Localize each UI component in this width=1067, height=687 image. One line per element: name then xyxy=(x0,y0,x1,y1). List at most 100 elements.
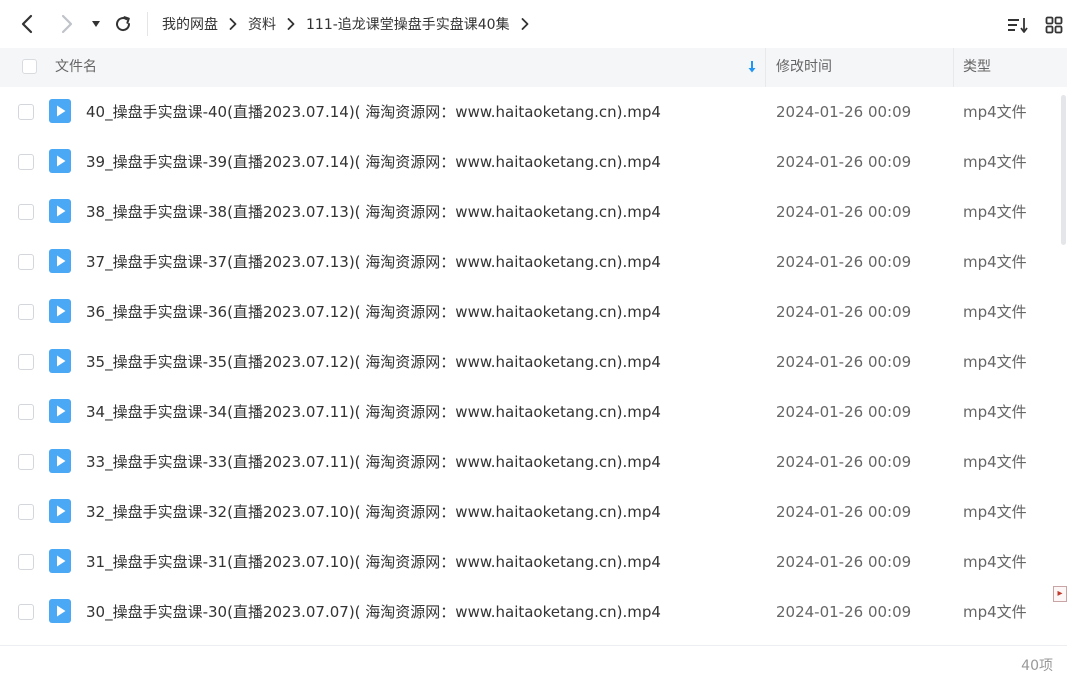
forward-button[interactable] xyxy=(52,10,80,38)
video-file-icon xyxy=(49,599,71,623)
file-name: 38_操盘手实盘课-38(直播2023.07.13)( 海淘资源网：www.ha… xyxy=(86,203,661,221)
file-name: 37_操盘手实盘课-37(直播2023.07.13)( 海淘资源网：www.ha… xyxy=(86,253,661,271)
navigation-divider xyxy=(147,12,148,36)
file-checkbox[interactable] xyxy=(18,604,34,620)
file-name: 40_操盘手实盘课-40(直播2023.07.14)( 海淘资源网：www.ha… xyxy=(86,103,661,121)
file-type: mp4文件 xyxy=(963,403,1027,421)
file-list: 40_操盘手实盘课-40(直播2023.07.14)( 海淘资源网：www.ha… xyxy=(0,87,1067,643)
select-all-checkbox[interactable] xyxy=(22,59,37,74)
history-dropdown-button[interactable] xyxy=(86,14,106,34)
grid-view-button[interactable] xyxy=(1042,13,1066,37)
file-type: mp4文件 xyxy=(963,503,1027,521)
breadcrumb-item-my-disk[interactable]: 我的网盘 xyxy=(162,14,218,34)
chevron-right-icon xyxy=(61,14,73,34)
chevron-right-icon xyxy=(229,18,237,30)
breadcrumb-item-materials[interactable]: 资料 xyxy=(248,14,276,34)
file-type: mp4文件 xyxy=(963,153,1027,171)
scrollbar-thumb[interactable] xyxy=(1061,95,1066,245)
column-divider[interactable] xyxy=(765,48,766,87)
column-header-modified-time[interactable]: 修改时间 xyxy=(776,48,832,87)
status-bar: 40项 xyxy=(0,645,1067,687)
breadcrumb: 我的网盘 资料 111-追龙课堂操盘手实盘课40集 xyxy=(162,0,540,48)
file-row[interactable]: 39_操盘手实盘课-39(直播2023.07.14)( 海淘资源网：www.ha… xyxy=(0,137,1060,187)
column-header-name[interactable]: 文件名 xyxy=(55,48,97,87)
video-file-icon xyxy=(49,449,71,473)
arrow-down-icon[interactable] xyxy=(746,60,758,74)
file-row[interactable]: 31_操盘手实盘课-31(直播2023.07.10)( 海淘资源网：www.ha… xyxy=(0,537,1060,587)
column-header-type[interactable]: 类型 xyxy=(963,48,991,87)
file-checkbox[interactable] xyxy=(18,304,34,320)
file-checkbox[interactable] xyxy=(18,404,34,420)
vertical-scrollbar[interactable] xyxy=(1060,87,1067,643)
side-panel-handle-icon[interactable]: ▸ xyxy=(1053,586,1067,602)
file-checkbox[interactable] xyxy=(18,104,34,120)
chevron-left-icon xyxy=(21,14,33,34)
file-type: mp4文件 xyxy=(963,303,1027,321)
back-button[interactable] xyxy=(14,10,42,38)
breadcrumb-separator xyxy=(276,14,306,34)
file-modified-time: 2024-01-26 00:09 xyxy=(776,453,912,471)
caret-down-icon xyxy=(92,21,100,27)
file-type: mp4文件 xyxy=(963,453,1027,471)
video-file-icon xyxy=(49,249,71,273)
file-modified-time: 2024-01-26 00:09 xyxy=(776,553,912,571)
file-type: mp4文件 xyxy=(963,203,1027,221)
file-row[interactable]: 33_操盘手实盘课-33(直播2023.07.11)( 海淘资源网：www.ha… xyxy=(0,437,1060,487)
file-type: mp4文件 xyxy=(963,253,1027,271)
file-name: 36_操盘手实盘课-36(直播2023.07.12)( 海淘资源网：www.ha… xyxy=(86,303,661,321)
file-checkbox[interactable] xyxy=(18,454,34,470)
file-checkbox[interactable] xyxy=(18,354,34,370)
video-file-icon xyxy=(49,549,71,573)
file-manager-window: 我的网盘 资料 111-追龙课堂操盘手实盘课40集 文件名 修改时间 类型 40… xyxy=(0,0,1067,687)
file-type: mp4文件 xyxy=(963,353,1027,371)
video-file-icon xyxy=(49,149,71,173)
file-type: mp4文件 xyxy=(963,553,1027,571)
video-file-icon xyxy=(49,399,71,423)
video-file-icon xyxy=(49,349,71,373)
file-name: 32_操盘手实盘课-32(直播2023.07.10)( 海淘资源网：www.ha… xyxy=(86,503,661,521)
file-type: mp4文件 xyxy=(963,603,1027,621)
file-checkbox[interactable] xyxy=(18,254,34,270)
file-modified-time: 2024-01-26 00:09 xyxy=(776,253,912,271)
refresh-button[interactable] xyxy=(110,11,136,37)
file-checkbox[interactable] xyxy=(18,204,34,220)
file-name: 35_操盘手实盘课-35(直播2023.07.12)( 海淘资源网：www.ha… xyxy=(86,353,661,371)
file-name: 33_操盘手实盘课-33(直播2023.07.11)( 海淘资源网：www.ha… xyxy=(86,453,661,471)
file-name: 39_操盘手实盘课-39(直播2023.07.14)( 海淘资源网：www.ha… xyxy=(86,153,661,171)
breadcrumb-item-current-folder[interactable]: 111-追龙课堂操盘手实盘课40集 xyxy=(306,14,510,34)
file-modified-time: 2024-01-26 00:09 xyxy=(776,403,912,421)
file-checkbox[interactable] xyxy=(18,554,34,570)
file-checkbox[interactable] xyxy=(18,154,34,170)
refresh-icon xyxy=(116,16,131,32)
column-divider[interactable] xyxy=(953,48,954,87)
file-row[interactable]: 34_操盘手实盘课-34(直播2023.07.11)( 海淘资源网：www.ha… xyxy=(0,387,1060,437)
file-modified-time: 2024-01-26 00:09 xyxy=(776,153,912,171)
file-row[interactable]: 35_操盘手实盘课-35(直播2023.07.12)( 海淘资源网：www.ha… xyxy=(0,337,1060,387)
chevron-right-icon xyxy=(521,18,528,30)
file-modified-time: 2024-01-26 00:09 xyxy=(776,303,912,321)
chevron-right-icon xyxy=(287,18,295,30)
file-row[interactable]: 30_操盘手实盘课-30(直播2023.07.07)( 海淘资源网：www.ha… xyxy=(0,587,1060,637)
video-file-icon xyxy=(49,99,71,123)
file-modified-time: 2024-01-26 00:09 xyxy=(776,353,912,371)
file-row[interactable]: 40_操盘手实盘课-40(直播2023.07.14)( 海淘资源网：www.ha… xyxy=(0,87,1060,137)
file-row[interactable]: 36_操盘手实盘课-36(直播2023.07.12)( 海淘资源网：www.ha… xyxy=(0,287,1060,337)
file-checkbox[interactable] xyxy=(18,504,34,520)
file-row[interactable]: 32_操盘手实盘课-32(直播2023.07.10)( 海淘资源网：www.ha… xyxy=(0,487,1060,537)
file-type: mp4文件 xyxy=(963,103,1027,121)
file-row[interactable]: 37_操盘手实盘课-37(直播2023.07.13)( 海淘资源网：www.ha… xyxy=(0,237,1060,287)
file-name: 30_操盘手实盘课-30(直播2023.07.07)( 海淘资源网：www.ha… xyxy=(86,603,661,621)
sort-list-icon xyxy=(1008,18,1028,33)
video-file-icon xyxy=(49,299,71,323)
video-file-icon xyxy=(49,199,71,223)
file-modified-time: 2024-01-26 00:09 xyxy=(776,503,912,521)
file-modified-time: 2024-01-26 00:09 xyxy=(776,103,912,121)
file-name: 31_操盘手实盘课-31(直播2023.07.10)( 海淘资源网：www.ha… xyxy=(86,553,661,571)
breadcrumb-expand-button[interactable] xyxy=(510,14,540,34)
file-row[interactable]: 38_操盘手实盘课-38(直播2023.07.13)( 海淘资源网：www.ha… xyxy=(0,187,1060,237)
breadcrumb-separator xyxy=(218,14,248,34)
sort-button[interactable] xyxy=(1006,13,1030,37)
file-modified-time: 2024-01-26 00:09 xyxy=(776,203,912,221)
file-name: 34_操盘手实盘课-34(直播2023.07.11)( 海淘资源网：www.ha… xyxy=(86,403,661,421)
video-file-icon xyxy=(49,499,71,523)
